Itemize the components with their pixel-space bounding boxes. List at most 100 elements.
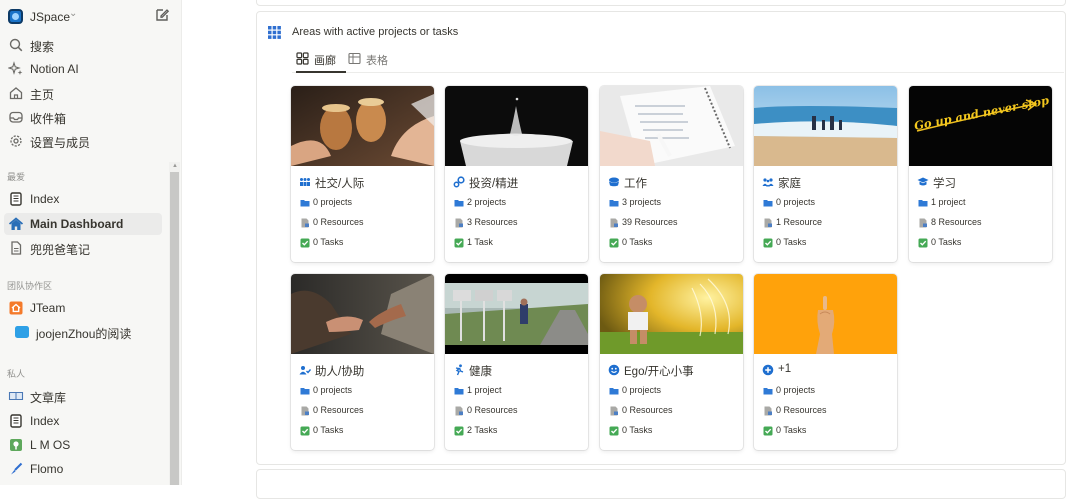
section-title-private: 私人 xyxy=(7,369,26,379)
folder-icon xyxy=(300,200,310,207)
people-icon xyxy=(300,178,310,186)
gallery-card[interactable]: 社交/人际 0 projects 0 Resources 0 Tasks xyxy=(291,86,434,262)
card-tasks-text: 0 Tasks xyxy=(931,237,962,247)
sidebar-item-index-private[interactable]: Index xyxy=(4,410,162,432)
sidebar-item-search[interactable]: 搜索 xyxy=(4,34,162,56)
sidebar-item-reading[interactable]: joojenZhou的阅读 xyxy=(10,321,168,343)
card-tasks-text: 0 Tasks xyxy=(776,425,807,435)
sidebar: JSpace ⌄ 搜索 Notion AI 主页 收件箱 设置与成员 最爱 In… xyxy=(0,0,182,485)
search-icon xyxy=(9,38,23,52)
card-projects-text: 1 project xyxy=(467,385,502,395)
resource-file-icon xyxy=(301,218,309,228)
resource-file-icon xyxy=(455,218,463,228)
gallery-icon xyxy=(296,52,309,65)
family-icon xyxy=(762,178,774,187)
gallery-card[interactable]: Go up and never stop 学习 1 project 8 Reso… xyxy=(909,86,1052,262)
notebook-icon xyxy=(10,414,22,428)
scroll-up-icon[interactable]: ▲ xyxy=(172,163,178,169)
sidebar-item-articles[interactable]: 文章库 xyxy=(4,385,162,407)
checkbox-icon xyxy=(609,426,619,436)
card-title-text: 健康 xyxy=(469,366,492,378)
folder-icon xyxy=(609,388,619,395)
card-tasks-text: 1 Task xyxy=(467,237,493,247)
briefcase-icon xyxy=(609,177,619,187)
gallery-card[interactable]: +1 0 projects 0 Resources 0 Tasks xyxy=(754,274,897,450)
card-tasks-text: 0 Tasks xyxy=(776,237,807,247)
smile-icon xyxy=(608,364,620,376)
folder-icon xyxy=(454,200,464,207)
tab-gallery[interactable]: 画廊 xyxy=(296,50,346,73)
next-block xyxy=(256,469,1066,499)
card-projects-text: 0 projects xyxy=(313,197,353,207)
sidebar-item-label: 设置与成员 xyxy=(30,136,91,150)
sidebar-item-settings[interactable]: 设置与成员 xyxy=(4,130,162,152)
panel-title: Areas with active projects or tasks xyxy=(292,26,459,38)
sidebar-item-main-dashboard[interactable]: Main Dashboard xyxy=(4,213,162,235)
map-pin-icon xyxy=(10,439,22,451)
folder-icon xyxy=(763,200,773,207)
cover-image-road xyxy=(445,274,588,354)
gallery-card[interactable]: 健康 1 project 0 Resources 2 Tasks xyxy=(445,274,588,450)
gallery-card[interactable]: Ego/开心小事 0 projects 0 Resources 0 Tasks xyxy=(600,274,743,450)
gallery-card[interactable]: 投资/精进 2 projects 3 Resources 1 Task xyxy=(445,86,588,262)
card-resources-text: 0 Resources xyxy=(622,405,673,415)
card-title-text: 家庭 xyxy=(778,178,801,190)
card-projects-text: 0 projects xyxy=(622,385,662,395)
sidebar-item-notion-ai[interactable]: Notion AI xyxy=(4,58,162,80)
checkbox-icon xyxy=(918,238,928,248)
sidebar-scrollbar-thumb[interactable] xyxy=(170,172,179,485)
card-title-text: 学习 xyxy=(933,178,956,190)
sidebar-item-label: 兜兜爸笔记 xyxy=(30,243,91,257)
resource-file-icon xyxy=(610,218,618,228)
checkbox-icon xyxy=(454,426,464,436)
card-title-text: 助人/协助 xyxy=(315,366,365,378)
new-page-icon[interactable] xyxy=(154,7,170,23)
workspace-logo-icon xyxy=(8,9,23,24)
sidebar-item-home[interactable]: 主页 xyxy=(4,82,162,104)
gallery-card[interactable]: 家庭 0 projects 1 Resource 0 Tasks xyxy=(754,86,897,262)
sidebar-item-inbox[interactable]: 收件箱 xyxy=(4,106,162,128)
card-tasks-text: 0 Tasks xyxy=(313,237,344,247)
card-title-text: Ego/开心小事 xyxy=(624,366,694,378)
workspace-name: JSpace xyxy=(30,10,71,24)
card-resources-text: 3 Resources xyxy=(467,217,518,227)
sidebar-item-index[interactable]: Index xyxy=(4,188,162,210)
inbox-icon xyxy=(9,111,23,123)
cover-image-water-drop xyxy=(445,86,588,166)
sidebar-item-label: 搜索 xyxy=(30,40,55,54)
view-tabs: 画廊 表格 xyxy=(292,50,1064,73)
resource-file-icon xyxy=(455,406,463,416)
tab-table[interactable]: 表格 xyxy=(348,50,398,73)
runner-icon xyxy=(455,364,464,376)
checkbox-icon xyxy=(763,426,773,436)
person-check-icon xyxy=(299,366,311,375)
cover-image-orange xyxy=(754,274,897,354)
card-projects-text: 1 project xyxy=(931,197,966,207)
checkbox-icon xyxy=(300,238,310,248)
resource-file-icon xyxy=(764,406,772,416)
card-tasks-text: 0 Tasks xyxy=(622,425,653,435)
cover-image-notebook xyxy=(600,86,743,166)
folder-icon xyxy=(918,200,928,207)
card-tasks-text: 0 Tasks xyxy=(313,425,344,435)
gallery-card[interactable]: 助人/协助 0 projects 0 Resources 0 Tasks xyxy=(291,274,434,450)
sidebar-item-flomo[interactable]: Flomo xyxy=(4,458,162,480)
sidebar-item-label: JTeam xyxy=(30,301,66,315)
card-title-text: 工作 xyxy=(624,178,647,190)
sidebar-item-lmos[interactable]: L M OS xyxy=(4,434,162,456)
workspace-switcher[interactable]: JSpace ⌄ xyxy=(0,6,182,28)
home-icon xyxy=(9,87,23,100)
card-projects-text: 3 projects xyxy=(622,197,662,207)
resource-file-icon xyxy=(919,218,927,228)
sidebar-item-notes[interactable]: 兜兜爸笔记 xyxy=(4,237,162,259)
sidebar-item-jteam[interactable]: JTeam xyxy=(4,297,162,319)
blue-square-icon xyxy=(15,326,29,338)
sidebar-item-label: Index xyxy=(30,192,60,206)
gallery-card[interactable]: 工作 3 projects 39 Resources 0 Tasks xyxy=(600,86,743,262)
cover-image-sprinkler xyxy=(600,274,743,354)
tab-label: 表格 xyxy=(366,55,388,67)
resource-file-icon xyxy=(301,406,309,416)
grid-icon xyxy=(268,26,281,39)
house-icon xyxy=(8,217,24,230)
sidebar-item-label: Index xyxy=(30,414,60,428)
